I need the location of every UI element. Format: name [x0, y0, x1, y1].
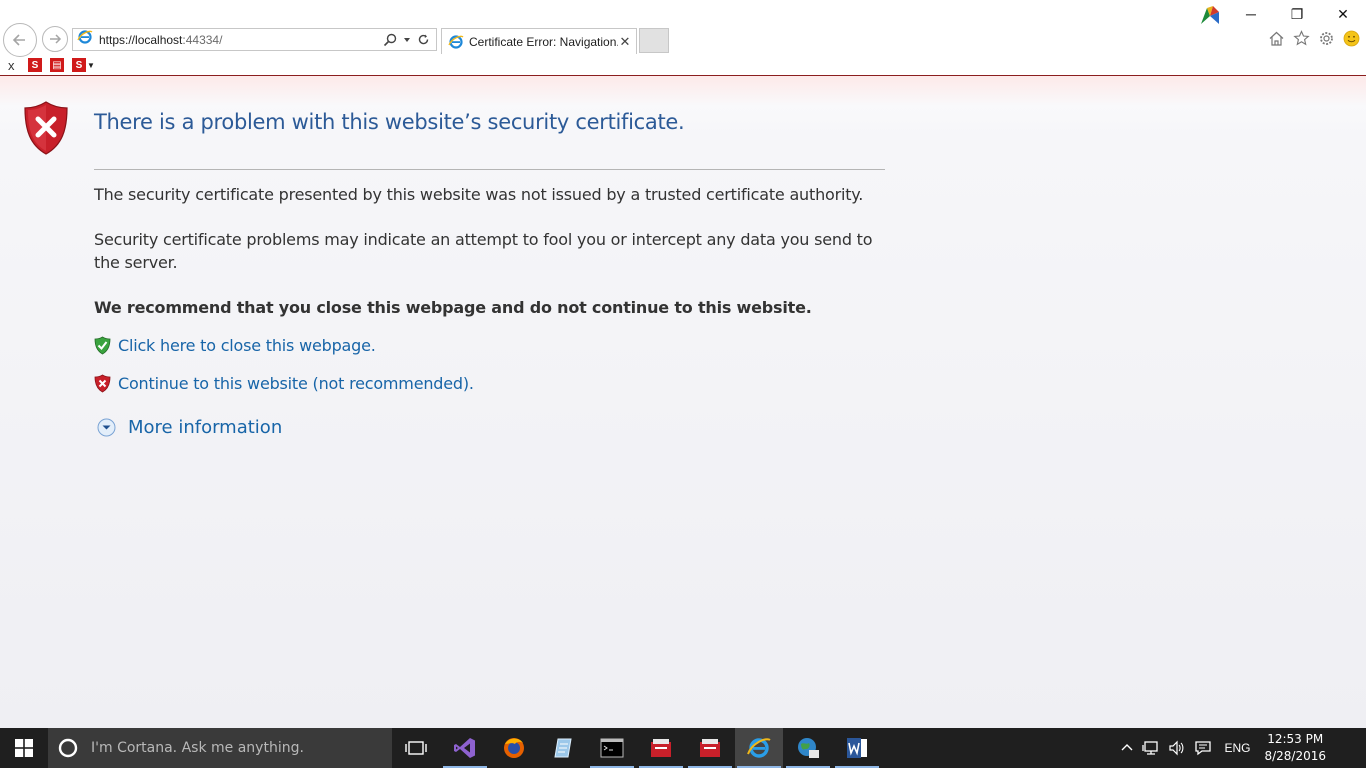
browser-toolbar-right: [1268, 30, 1360, 47]
notepad-taskbar-item[interactable]: [539, 728, 587, 768]
close-webpage-row: Click here to close this webpage.: [94, 336, 376, 355]
windows-logo-icon: [15, 739, 33, 757]
addon-s-icon[interactable]: S: [28, 58, 42, 72]
search-icon[interactable]: [383, 33, 397, 47]
visual-studio-taskbar-item[interactable]: [441, 728, 489, 768]
forward-button[interactable]: [42, 26, 68, 52]
window-controls: ─ ❐ ✕: [1228, 0, 1366, 28]
command-prompt-icon: [600, 738, 624, 758]
title-divider: [94, 169, 885, 170]
browser-chrome: https://localhost:44334/ Certificate Err…: [0, 0, 1366, 76]
cortana-placeholder: I'm Cortana. Ask me anything.: [91, 740, 304, 756]
address-bar[interactable]: https://localhost:44334/: [72, 28, 437, 51]
internet-explorer-icon: [747, 738, 771, 758]
tab-title: Certificate Error: Navigation...: [469, 34, 618, 49]
addon-page-icon[interactable]: ▤: [50, 58, 64, 72]
url-rest: :44334/: [182, 32, 223, 47]
addon-s-dropdown-icon[interactable]: S: [72, 58, 86, 72]
smiley-feedback-icon[interactable]: [1343, 30, 1360, 47]
recommendation-text: We recommend that you close this webpage…: [94, 298, 812, 317]
forward-arrow-icon: [50, 34, 62, 44]
red-toolbox-icon: [700, 739, 720, 757]
task-view-button[interactable]: [392, 728, 440, 768]
page-title: There is a problem with this website’s s…: [94, 110, 685, 134]
continue-website-row: Continue to this website (not recommende…: [94, 374, 474, 393]
command-prompt-taskbar-item[interactable]: [588, 728, 636, 768]
close-webpage-link[interactable]: Click here to close this webpage.: [118, 336, 376, 355]
chevron-up-icon[interactable]: [1120, 741, 1134, 755]
clock-time: 12:53 PM: [1267, 732, 1324, 746]
system-tray: ENG 12:53 PM 8/28/2016: [1120, 728, 1366, 768]
restore-button[interactable]: ❐: [1274, 0, 1320, 28]
back-button[interactable]: [3, 23, 37, 57]
red-toolbox-icon: [651, 739, 671, 757]
expand-circle-icon[interactable]: [97, 418, 116, 437]
gear-icon[interactable]: [1318, 30, 1335, 47]
command-bar: x S ▤ S ▼: [0, 55, 1366, 75]
word-icon: [847, 738, 867, 758]
continue-website-link[interactable]: Continue to this website (not recommende…: [118, 374, 474, 393]
visual-studio-icon: [454, 738, 475, 758]
favorites-star-icon[interactable]: [1293, 30, 1310, 47]
address-url[interactable]: https://localhost:44334/: [99, 33, 383, 47]
network-icon[interactable]: [1142, 740, 1160, 756]
ie-tab-icon: [448, 34, 464, 49]
cortana-search-box[interactable]: I'm Cortana. Ask me anything.: [48, 728, 392, 768]
start-button[interactable]: [0, 728, 48, 768]
error-shield-icon: [24, 101, 68, 155]
network-app-taskbar-item[interactable]: [784, 728, 832, 768]
close-command-bar-icon[interactable]: x: [8, 58, 20, 73]
red-app-1-taskbar-item[interactable]: [637, 728, 685, 768]
explanation-paragraph: The security certificate presented by th…: [94, 185, 864, 204]
green-check-shield-icon: [94, 336, 111, 355]
firefox-icon: [504, 738, 524, 758]
ie-page-icon: [77, 29, 93, 50]
show-desktop-button[interactable]: [1336, 728, 1366, 768]
new-tab-button[interactable]: [639, 28, 669, 53]
word-taskbar-item[interactable]: [833, 728, 881, 768]
url-prefix: https://: [99, 32, 136, 47]
home-icon[interactable]: [1268, 30, 1285, 47]
language-indicator[interactable]: ENG: [1224, 741, 1250, 755]
notepad-app-icon: [554, 738, 572, 758]
firefox-taskbar-item[interactable]: [490, 728, 538, 768]
certificate-error-page: There is a problem with this website’s s…: [0, 76, 1366, 728]
cortana-circle-icon: [58, 738, 78, 758]
globe-network-icon: [798, 738, 819, 758]
chevron-down-icon[interactable]: ▼: [87, 61, 95, 70]
chevron-down-icon[interactable]: [403, 36, 411, 44]
red-x-shield-icon: [94, 374, 111, 393]
more-information-link[interactable]: More information: [128, 417, 282, 438]
url-host: localhost: [135, 32, 183, 47]
task-view-icon: [405, 741, 427, 755]
taskbar: I'm Cortana. Ask me anything. ENG 12:53 …: [0, 728, 1366, 768]
clock-date: 8/28/2016: [1264, 749, 1326, 763]
tab-close-icon[interactable]: ✕: [618, 34, 632, 50]
red-app-2-taskbar-item[interactable]: [686, 728, 734, 768]
minimize-button[interactable]: ─: [1228, 0, 1274, 28]
warning-paragraph: Security certificate problems may indica…: [94, 230, 873, 272]
internet-explorer-taskbar-item[interactable]: [735, 728, 783, 768]
close-window-button[interactable]: ✕: [1320, 0, 1366, 28]
tab-certificate-error[interactable]: Certificate Error: Navigation... ✕: [441, 28, 637, 54]
back-arrow-icon: [12, 34, 25, 46]
avg-logo-icon[interactable]: [1199, 4, 1221, 26]
action-center-icon[interactable]: [1194, 740, 1212, 756]
refresh-icon[interactable]: [417, 33, 430, 46]
clock[interactable]: 12:53 PM 8/28/2016: [1264, 731, 1326, 765]
volume-icon[interactable]: [1168, 740, 1186, 756]
more-information-row[interactable]: More information: [97, 417, 282, 438]
